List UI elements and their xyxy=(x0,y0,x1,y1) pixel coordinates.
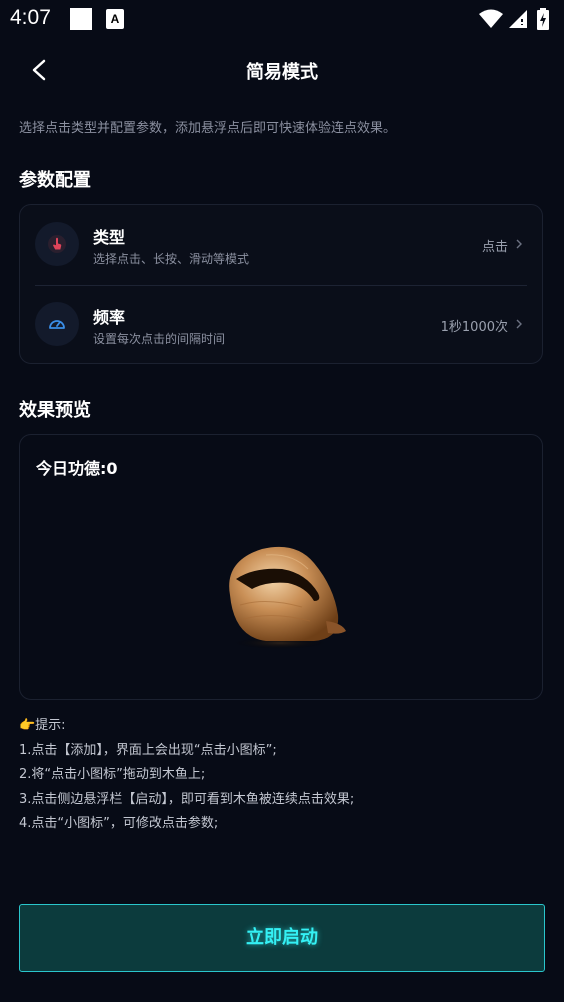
frequency-description: 设置每次点击的间隔时间 xyxy=(93,332,226,346)
chevron-right-icon xyxy=(516,319,522,329)
start-button[interactable]: 立即启动 xyxy=(19,904,545,972)
chevron-right-icon xyxy=(516,239,522,249)
wooden-fish-icon[interactable] xyxy=(210,539,360,659)
type-description: 选择点击、长按、滑动等模式 xyxy=(93,252,250,266)
tip-item: 2.将“点击小图标”拖动到木鱼上; xyxy=(19,767,206,782)
page-title: 简易模式 xyxy=(246,62,318,83)
notification-square-icon xyxy=(70,8,92,30)
frequency-label: 频率 xyxy=(93,308,126,327)
tip-item: 4.点击“小图标”，可修改点击参数; xyxy=(19,816,219,831)
status-time: 4:07 xyxy=(10,6,51,29)
frequency-value: 1秒1000次 xyxy=(440,320,508,335)
status-bar: 4:07 A xyxy=(0,0,564,38)
battery-charging-icon xyxy=(537,8,549,30)
tip-item: 1.点击【添加】，界面上会出现“点击小图标”; xyxy=(19,742,277,758)
preview-card: 今日功德:0 xyxy=(19,434,543,700)
header: 简易模式 xyxy=(0,48,564,92)
config-row-type[interactable]: 类型 选择点击、长按、滑动等模式 点击 xyxy=(20,205,542,286)
intro-text: 选择点击类型并配置参数，添加悬浮点后即可快速体验连点效果。 xyxy=(19,121,397,136)
type-icon-badge xyxy=(35,222,79,266)
type-label: 类型 xyxy=(93,228,126,247)
tip-item: 3.点击侧边悬浮栏【启动】，即可看到木鱼被连续点击效果; xyxy=(19,791,355,807)
speedometer-icon xyxy=(49,320,65,329)
config-section-title: 参数配置 xyxy=(19,170,91,191)
type-value: 点击 xyxy=(481,240,508,255)
config-card: 类型 选择点击、长按、滑动等模式 点击 频率 设置每次点击的间隔时间 1秒100… xyxy=(19,204,543,364)
config-row-frequency[interactable]: 频率 设置每次点击的间隔时间 1秒1000次 xyxy=(20,285,542,365)
frequency-icon-badge xyxy=(35,302,79,346)
signal-icon xyxy=(509,10,527,28)
status-icons xyxy=(478,8,554,30)
preview-section-title: 效果预览 xyxy=(19,400,91,421)
notification-a-icon: A xyxy=(106,9,124,29)
merit-counter: 今日功德:0 xyxy=(36,459,118,478)
hand-tap-icon xyxy=(48,235,66,253)
wifi-icon xyxy=(479,9,503,28)
tips-title: 👉提示: xyxy=(19,718,66,733)
tips: 👉提示: 1.点击【添加】，界面上会出现“点击小图标”; 2.将“点击小图标”拖… xyxy=(19,714,354,837)
